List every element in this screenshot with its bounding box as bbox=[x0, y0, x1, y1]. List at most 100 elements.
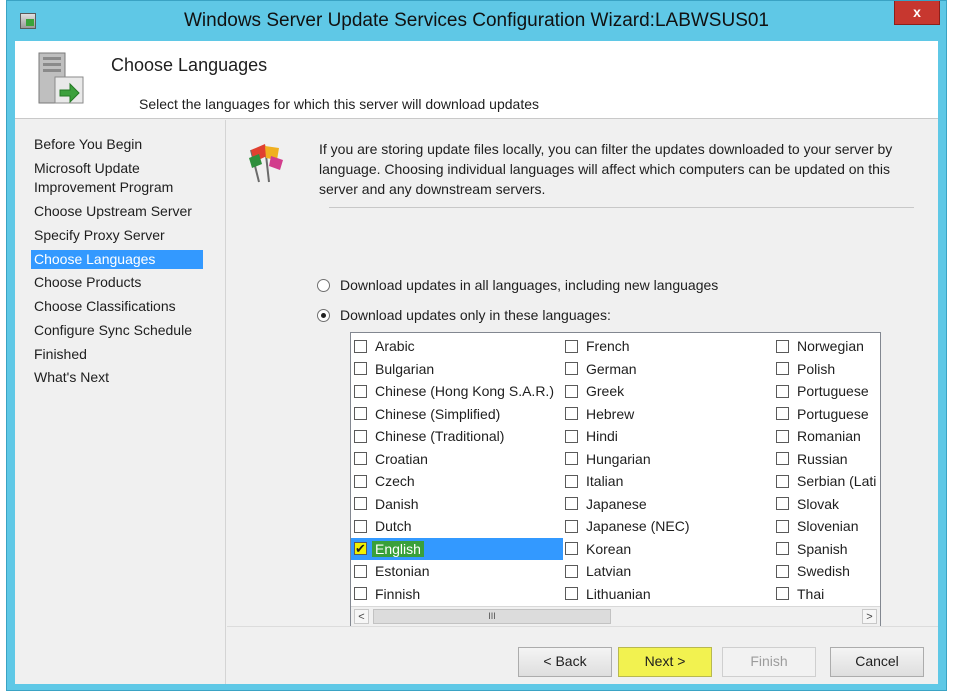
scroll-left-icon[interactable]: < bbox=[354, 609, 369, 624]
checkbox[interactable] bbox=[565, 362, 578, 376]
checkbox[interactable] bbox=[776, 474, 789, 488]
language-estonian[interactable]: Estonian bbox=[351, 560, 563, 583]
language-danish[interactable]: Danish bbox=[351, 493, 563, 516]
language-chinese-hong-kong[interactable]: Chinese (Hong Kong S.A.R.) bbox=[351, 380, 563, 403]
checkbox[interactable] bbox=[565, 474, 578, 488]
language-column-3: Norwegian Polish Portuguese Portuguese R… bbox=[773, 335, 880, 606]
language-french[interactable]: French bbox=[562, 335, 774, 358]
checkbox[interactable] bbox=[565, 384, 578, 398]
language-hindi[interactable]: Hindi bbox=[562, 425, 774, 448]
language-russian[interactable]: Russian bbox=[773, 448, 880, 471]
checkbox[interactable] bbox=[776, 587, 789, 601]
language-chinese-simplified[interactable]: Chinese (Simplified) bbox=[351, 403, 563, 426]
checkbox[interactable] bbox=[776, 542, 789, 556]
checkbox[interactable] bbox=[565, 587, 578, 601]
radio-all-languages-indicator[interactable] bbox=[317, 278, 330, 292]
language-finnish[interactable]: Finnish bbox=[351, 583, 563, 606]
horizontal-scrollbar[interactable]: < III > bbox=[351, 606, 880, 626]
scroll-thumb[interactable]: III bbox=[373, 609, 611, 624]
step-finished[interactable]: Finished bbox=[31, 345, 203, 364]
radio-only-these-languages[interactable]: Download updates only in these languages… bbox=[317, 307, 611, 323]
checkbox[interactable] bbox=[354, 339, 367, 353]
checkbox[interactable] bbox=[776, 519, 789, 533]
language-japanese-nec[interactable]: Japanese (NEC) bbox=[562, 515, 774, 538]
language-spanish[interactable]: Spanish bbox=[773, 538, 880, 561]
checkbox[interactable] bbox=[776, 384, 789, 398]
wizard-header: Choose Languages Select the languages fo… bbox=[15, 41, 938, 119]
step-choose-upstream-server[interactable]: Choose Upstream Server bbox=[31, 202, 203, 221]
checkbox[interactable] bbox=[354, 452, 367, 466]
checkbox[interactable] bbox=[776, 564, 789, 578]
language-czech[interactable]: Czech bbox=[351, 470, 563, 493]
step-choose-products[interactable]: Choose Products bbox=[31, 273, 203, 292]
language-portuguese[interactable]: Portuguese bbox=[773, 380, 880, 403]
next-button[interactable]: Next > bbox=[618, 647, 712, 677]
language-bulgarian[interactable]: Bulgarian bbox=[351, 358, 563, 381]
checkbox[interactable] bbox=[776, 497, 789, 511]
checkbox[interactable] bbox=[776, 362, 789, 376]
language-korean[interactable]: Korean bbox=[562, 538, 774, 561]
language-dutch[interactable]: Dutch bbox=[351, 515, 563, 538]
checked-checkbox[interactable]: ✔ bbox=[354, 542, 367, 556]
language-swedish[interactable]: Swedish bbox=[773, 560, 880, 583]
step-whats-next[interactable]: What's Next bbox=[31, 368, 203, 387]
checkbox[interactable] bbox=[565, 519, 578, 533]
step-microsoft-update-improvement-program[interactable]: Microsoft Update Improvement Program bbox=[31, 159, 203, 197]
scroll-right-icon[interactable]: > bbox=[862, 609, 877, 624]
language-greek[interactable]: Greek bbox=[562, 380, 774, 403]
language-polish[interactable]: Polish bbox=[773, 358, 880, 381]
checkbox[interactable] bbox=[354, 587, 367, 601]
checkbox[interactable] bbox=[776, 429, 789, 443]
step-choose-languages[interactable]: Choose Languages bbox=[31, 250, 203, 269]
checkbox[interactable] bbox=[776, 407, 789, 421]
checkbox[interactable] bbox=[565, 564, 578, 578]
language-english[interactable]: ✔ English bbox=[351, 537, 563, 560]
radio-only-these-indicator[interactable] bbox=[317, 308, 330, 322]
radio-all-languages[interactable]: Download updates in all languages, inclu… bbox=[317, 277, 718, 293]
language-croatian[interactable]: Croatian bbox=[351, 448, 563, 471]
step-specify-proxy-server[interactable]: Specify Proxy Server bbox=[31, 226, 203, 245]
checkbox[interactable] bbox=[565, 339, 578, 353]
language-lithuanian[interactable]: Lithuanian bbox=[562, 583, 774, 606]
checkbox[interactable] bbox=[565, 452, 578, 466]
title-bar[interactable]: Windows Server Update Services Configura… bbox=[7, 1, 946, 41]
checkbox[interactable] bbox=[354, 474, 367, 488]
language-column-2: French German Greek Hebrew Hindi Hungari… bbox=[562, 335, 774, 605]
cancel-button[interactable]: Cancel bbox=[830, 647, 924, 677]
checkbox[interactable] bbox=[354, 497, 367, 511]
checkbox[interactable] bbox=[776, 339, 789, 353]
language-hebrew[interactable]: Hebrew bbox=[562, 403, 774, 426]
language-romanian[interactable]: Romanian bbox=[773, 425, 880, 448]
language-slovenian[interactable]: Slovenian bbox=[773, 515, 880, 538]
checkbox[interactable] bbox=[565, 542, 578, 556]
checkbox[interactable] bbox=[565, 407, 578, 421]
language-norwegian[interactable]: Norwegian bbox=[773, 335, 880, 358]
checkbox[interactable] bbox=[354, 384, 367, 398]
language-serbian-latin[interactable]: Serbian (Lati bbox=[773, 470, 880, 493]
checkbox[interactable] bbox=[354, 429, 367, 443]
language-slovak[interactable]: Slovak bbox=[773, 493, 880, 516]
close-button[interactable]: x bbox=[894, 1, 940, 25]
language-portuguese-2[interactable]: Portuguese bbox=[773, 403, 880, 426]
checkbox[interactable] bbox=[776, 452, 789, 466]
checkbox[interactable] bbox=[354, 564, 367, 578]
language-hungarian[interactable]: Hungarian bbox=[562, 448, 774, 471]
language-chinese-traditional[interactable]: Chinese (Traditional) bbox=[351, 425, 563, 448]
step-before-you-begin[interactable]: Before You Begin bbox=[31, 135, 203, 154]
language-thai[interactable]: Thai bbox=[773, 583, 880, 606]
language-german[interactable]: German bbox=[562, 358, 774, 381]
back-button[interactable]: < Back bbox=[518, 647, 612, 677]
languages-checklist[interactable]: Arabic Bulgarian Chinese (Hong Kong S.A.… bbox=[350, 332, 881, 627]
finish-button: Finish bbox=[722, 647, 816, 677]
checkbox[interactable] bbox=[354, 519, 367, 533]
language-arabic[interactable]: Arabic bbox=[351, 335, 563, 358]
checkbox[interactable] bbox=[354, 407, 367, 421]
step-choose-classifications[interactable]: Choose Classifications bbox=[31, 297, 203, 316]
language-japanese[interactable]: Japanese bbox=[562, 493, 774, 516]
step-configure-sync-schedule[interactable]: Configure Sync Schedule bbox=[31, 321, 203, 340]
checkbox[interactable] bbox=[565, 497, 578, 511]
checkbox[interactable] bbox=[565, 429, 578, 443]
language-latvian[interactable]: Latvian bbox=[562, 560, 774, 583]
language-italian[interactable]: Italian bbox=[562, 470, 774, 493]
checkbox[interactable] bbox=[354, 362, 367, 376]
